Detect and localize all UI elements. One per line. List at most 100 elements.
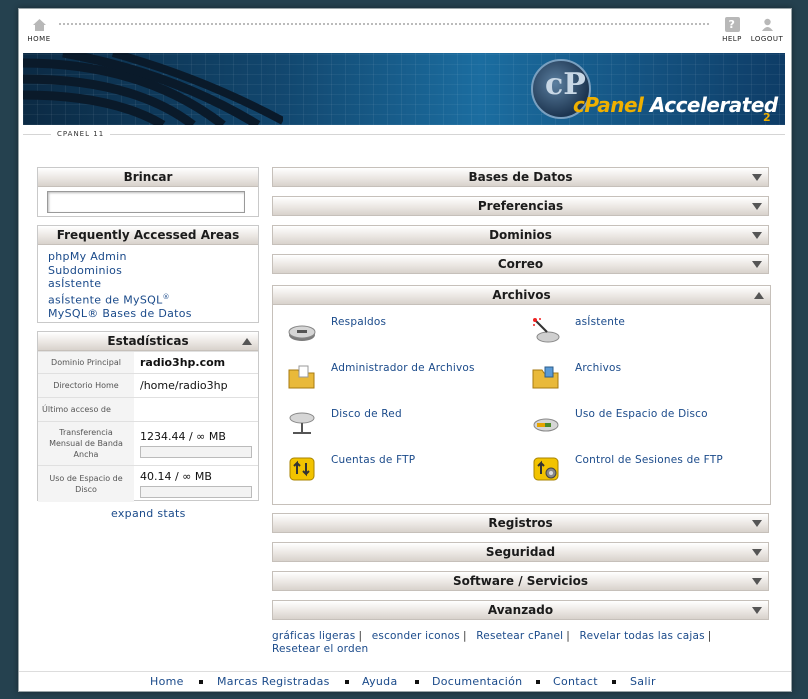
- stats-key: Directorio Home: [38, 373, 134, 398]
- faa-link-asistente[interactable]: asÍstente: [38, 277, 258, 291]
- item-label: asÍstente: [575, 316, 626, 328]
- stats-value: /home/radio3hp: [134, 373, 258, 398]
- network-disk-icon: [289, 412, 315, 434]
- footer-salir-link[interactable]: Salir: [630, 675, 656, 688]
- section-title: Avanzado: [487, 603, 554, 617]
- stats-row: Uso de Espacio de Disco 40.14 / ∞ MB: [38, 465, 258, 502]
- home-button[interactable]: HOME: [19, 17, 59, 43]
- collapse-arrow-icon: [242, 338, 252, 345]
- brincar-search-input[interactable]: [47, 191, 245, 213]
- faa-link-asistente-mysql[interactable]: asÍstente de MySQL®: [38, 291, 258, 307]
- section-title: Software / Servicios: [452, 574, 589, 588]
- help-label: HELP: [722, 35, 742, 43]
- section-title: Seguridad: [485, 545, 556, 559]
- item-label: Disco de Red: [331, 408, 402, 420]
- section-archivos-panel: Archivos Respaldos asÍstente Administrad…: [272, 285, 771, 505]
- section-title: Archivos: [492, 288, 551, 302]
- link-separator: |: [358, 630, 363, 642]
- footer-documentacion-link[interactable]: Documentación: [432, 675, 522, 688]
- stats-key: Último acceso de: [38, 397, 134, 422]
- cpanel-page: HOME ? HELP LOGOUT cP cPanel Accelerated…: [18, 8, 792, 692]
- revelar-cajas-link[interactable]: Revelar todas las cajas: [580, 630, 705, 642]
- stats-row: Transferencia Mensual de Banda Ancha 123…: [38, 421, 258, 466]
- cpanel-logo-text: cPanel Accelerated: [573, 93, 778, 117]
- version-bar: CPANEL 11: [23, 127, 785, 143]
- registered-mark: ®: [162, 292, 170, 301]
- faa-links: phpMy Admin Subdominios asÍstente asÍste…: [38, 245, 258, 320]
- section-title: Correo: [497, 257, 544, 271]
- section-correo[interactable]: Correo: [272, 254, 769, 274]
- resetear-cpanel-link[interactable]: Resetear cPanel: [476, 630, 563, 642]
- file-manager-folder-icon: [288, 365, 315, 389]
- logout-button[interactable]: LOGOUT: [747, 17, 787, 43]
- item-label: Archivos: [575, 362, 622, 374]
- stats-key: Transferencia Mensual de Banda Ancha: [38, 421, 134, 466]
- link-separator: |: [566, 630, 570, 642]
- footer-ayuda-link[interactable]: Ayuda: [362, 675, 397, 688]
- section-bases-de-datos[interactable]: Bases de Datos: [272, 167, 769, 187]
- footer-bullet: [415, 680, 419, 684]
- top-bar: HOME ? HELP LOGOUT: [19, 9, 791, 53]
- expand-arrow-icon: [752, 174, 762, 181]
- home-label: HOME: [27, 35, 51, 43]
- section-avanzado[interactable]: Avanzado: [272, 600, 769, 620]
- footer-bullet: [536, 680, 540, 684]
- stats-row: Dominio Principal radio3hp.com: [38, 351, 258, 374]
- section-title: Dominios: [489, 228, 552, 242]
- section-title: Registros: [488, 516, 553, 530]
- section-registros[interactable]: Registros: [272, 513, 769, 533]
- logout-label: LOGOUT: [750, 35, 784, 43]
- expand-arrow-icon: [752, 232, 762, 239]
- stats-header[interactable]: Estadísticas: [38, 332, 258, 351]
- expand-stats-link[interactable]: expand stats: [111, 507, 186, 520]
- link-separator: |: [462, 630, 467, 642]
- footer-bullet: [345, 680, 349, 684]
- backup-drive-icon: [288, 325, 316, 341]
- section-software[interactable]: Software / Servicios: [272, 571, 769, 591]
- item-label: Cuentas de FTP: [331, 454, 416, 466]
- item-label: Respaldos: [331, 316, 387, 328]
- section-archivos-header[interactable]: Archivos: [273, 286, 770, 305]
- expand-arrow-icon: [752, 549, 762, 556]
- footer-home-link[interactable]: Home: [150, 675, 184, 688]
- link-separator: |: [707, 630, 712, 642]
- section-title: Bases de Datos: [468, 170, 573, 184]
- footer-marcas-link[interactable]: Marcas Registradas: [217, 675, 330, 688]
- cpanel-banner: cP cPanel Accelerated 2: [23, 53, 785, 125]
- bandwidth-value: 1234.44 / ∞ MB: [140, 429, 226, 443]
- stats-value-cell: 1234.44 / ∞ MB: [134, 421, 258, 466]
- section-preferencias[interactable]: Preferencias: [272, 196, 769, 216]
- logo-brand: cPanel: [573, 93, 644, 117]
- stats-key: Uso de Espacio de Disco: [38, 465, 134, 502]
- expand-arrow-icon: [752, 607, 762, 614]
- faa-link-phpmyadmin[interactable]: phpMy Admin: [38, 250, 258, 264]
- esconder-iconos-link[interactable]: esconder iconos: [372, 630, 460, 642]
- help-button[interactable]: ? HELP: [712, 17, 752, 43]
- graficas-ligeras-link[interactable]: gráficas ligeras: [272, 630, 355, 642]
- help-icon: ?: [724, 17, 740, 32]
- item-label: Administrador de Archivos: [331, 362, 475, 374]
- footer-bullet: [612, 680, 616, 684]
- section-dominios[interactable]: Dominios: [272, 225, 769, 245]
- frequently-accessed-box: Frequently Accessed Areas phpMy Admin Su…: [37, 225, 259, 323]
- stats-value-cell: 40.14 / ∞ MB: [134, 465, 258, 502]
- section-seguridad[interactable]: Seguridad: [272, 542, 769, 562]
- wizard-icon: [533, 318, 560, 343]
- bandwidth-usage-bar: [140, 445, 252, 458]
- user-icon: [760, 17, 775, 32]
- resetear-orden-link[interactable]: Resetear el orden: [272, 643, 368, 655]
- expand-arrow-icon: [752, 203, 762, 210]
- faa-link-subdominios[interactable]: Subdominios: [38, 264, 258, 278]
- stats-row: Último acceso de: [38, 397, 258, 422]
- disk-usage-icon: [533, 418, 559, 432]
- stats-value: [134, 397, 258, 422]
- faa-link-asistente-mysql-label: asÍstente de MySQL: [48, 293, 163, 307]
- cpanel-logo-version: 2: [763, 111, 771, 124]
- footer-contact-link[interactable]: Contact: [553, 675, 598, 688]
- faa-link-mysql-bases[interactable]: MySQL® Bases de Datos: [38, 307, 258, 321]
- stats-key: Dominio Principal: [38, 351, 134, 374]
- section-title: Preferencias: [477, 199, 564, 213]
- footer-bullet: [199, 680, 203, 684]
- stats-row: Directorio Home /home/radio3hp: [38, 373, 258, 398]
- faa-header: Frequently Accessed Areas: [38, 226, 258, 245]
